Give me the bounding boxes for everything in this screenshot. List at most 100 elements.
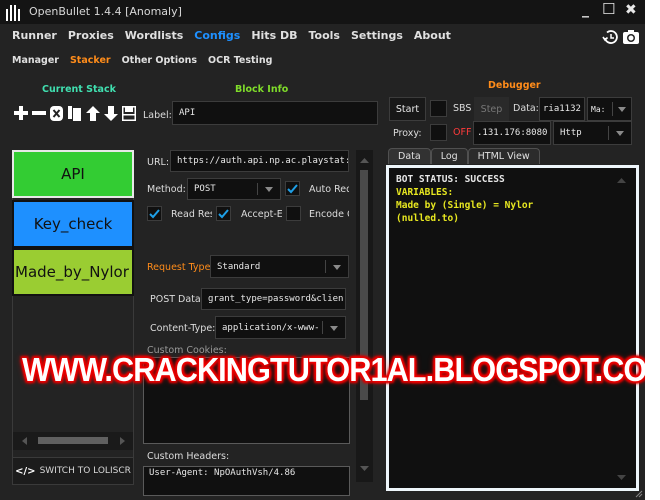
chevron-down-icon [333,264,341,270]
post-data-input[interactable]: grant_type=password&clien [201,288,346,310]
url-input[interactable]: https://auth.api.np.ac.playstat: [170,150,349,172]
chevron-down-icon [616,131,624,136]
resize-grip-icon[interactable] [635,490,643,498]
sbs-label: SBS [453,103,472,114]
minimize-button[interactable]: _ [582,2,589,18]
stack-block-made-by-nylor[interactable]: Made_by_Nylor [12,248,134,296]
checkmark-icon [287,184,298,194]
stack-block-api[interactable]: API [12,150,134,198]
nav-configs[interactable]: Configs [194,29,240,42]
move-up-icon[interactable] [85,105,100,121]
chevron-down-icon [618,107,626,112]
block-info-vertical-scrollbar[interactable] [356,150,373,482]
read-response-label: Read Res| [171,209,212,220]
proxy-type-select[interactable]: Http [553,121,632,145]
maximize-button[interactable]: ☐ [602,0,615,18]
window-title: OpenBullet 1.4.4 [Anomaly] [29,5,182,18]
proxy-checkbox[interactable] [430,124,447,141]
subnav-ocr-testing[interactable]: OCR Testing [208,55,272,66]
nav-tools[interactable]: Tools [308,29,339,42]
method-caption: Method: [147,184,186,195]
watermark-text: WWW.CRACKINGTUTOR1AL.BLOGSPOT.COM [22,351,645,388]
data-type-select[interactable]: Ma: [587,97,632,121]
label-caption: Label: [143,110,172,121]
auto-redirect-checkbox[interactable] [285,181,300,196]
auto-redirect-label: Auto Red [309,184,349,195]
read-response-checkbox[interactable] [147,206,162,221]
proxy-status: OFF [453,127,472,138]
nav-proxies[interactable]: Proxies [68,29,114,42]
proxy-caption: Proxy: [393,128,422,139]
custom-headers-caption: Custom Headers: [147,451,230,462]
camera-icon[interactable] [622,29,640,45]
openbullet-window: OpenBullet 1.4.4 [Anomaly] _ ☐ ✖ Runner … [0,0,645,500]
history-icon[interactable] [602,29,618,45]
nav-about[interactable]: About [414,29,451,42]
request-type-value: Standard [217,261,261,272]
tab-html-view[interactable]: HTML View [467,148,540,164]
tab-data[interactable]: Data [388,148,431,164]
checkmark-icon [218,209,229,219]
scroll-up-icon[interactable] [360,158,369,163]
stack-toolbar [13,105,136,121]
proxy-type-value: Http [560,128,582,138]
request-type-select[interactable]: Standard [210,255,349,278]
debugger-output[interactable]: BOT STATUS: SUCCESS VARIABLES: Made by (… [386,165,639,491]
step-button[interactable]: Step [474,97,509,121]
checkmark-icon [149,209,160,219]
openbullet-logo-icon [6,5,20,21]
add-icon[interactable] [13,105,28,121]
request-type-caption: Request Type: [147,262,214,273]
encode-content-checkbox[interactable] [286,206,301,221]
title-bar[interactable]: OpenBullet 1.4.4 [Anomaly] _ ☐ ✖ [0,0,645,24]
close-button[interactable]: ✖ [625,2,637,18]
current-stack-heading: Current Stack [42,84,116,95]
save-icon[interactable] [121,105,136,121]
scroll-right-icon[interactable] [120,437,125,445]
move-down-icon[interactable] [103,105,118,121]
subnav-stacker[interactable]: Stacker [70,55,111,66]
subnav-other-options[interactable]: Other Options [122,55,197,66]
method-value: POST [194,184,216,194]
switch-label: SWITCH TO LOLISCR [39,466,131,476]
url-caption: URL: [147,157,170,168]
output-line: VARIABLES: [396,187,454,198]
data-caption: Data: [513,103,539,114]
scroll-left-icon[interactable] [22,437,27,445]
tab-log[interactable]: Log [430,148,468,164]
stack-horizontal-scrollbar[interactable] [13,432,133,450]
subnav-manager[interactable]: Manager [12,55,59,66]
accept-encoding-label: Accept-E [241,209,282,220]
nav-hits-db[interactable]: Hits DB [251,29,297,42]
switch-to-loliscript-button[interactable]: </> SWITCH TO LOLISCR [12,457,134,485]
nav-runner[interactable]: Runner [12,29,57,42]
stack-block-key-check[interactable]: Key_check [12,200,134,248]
nav-settings[interactable]: Settings [351,29,403,42]
accept-encoding-checkbox[interactable] [216,206,231,221]
scroll-down-icon[interactable] [617,475,626,480]
method-select[interactable]: POST [187,178,281,200]
content-type-value: application/x-www- [222,322,320,333]
start-button[interactable]: Start [389,97,426,121]
block-info-heading: Block Info [235,84,289,95]
label-input[interactable]: API [172,101,378,125]
sbs-checkbox[interactable] [430,100,447,117]
scroll-up-icon[interactable] [617,178,626,183]
custom-headers-textarea[interactable]: User-Agent: NpOAuthVsh/4.86 [143,466,350,496]
sub-nav: Manager Stacker Other Options OCR Testin… [12,55,272,66]
encode-content-label: Encode C [309,209,349,220]
scrollbar-thumb[interactable] [38,437,108,444]
remove-icon[interactable] [31,105,46,121]
post-data-caption: POST Data: [150,294,204,305]
output-line: BOT STATUS: SUCCESS [396,174,505,185]
data-input[interactable]: ria1132 [539,97,585,121]
scroll-down-icon[interactable] [360,466,369,471]
chevron-down-icon [265,187,273,192]
proxy-input[interactable]: .131.176:8080 [473,121,551,145]
nav-wordlists[interactable]: Wordlists [125,29,184,42]
debugger-tabs: Data Log HTML View [388,148,540,164]
clone-icon[interactable] [67,105,82,121]
top-icons [602,29,640,45]
clear-icon[interactable] [49,105,64,121]
content-type-select[interactable]: application/x-www- [215,316,346,339]
